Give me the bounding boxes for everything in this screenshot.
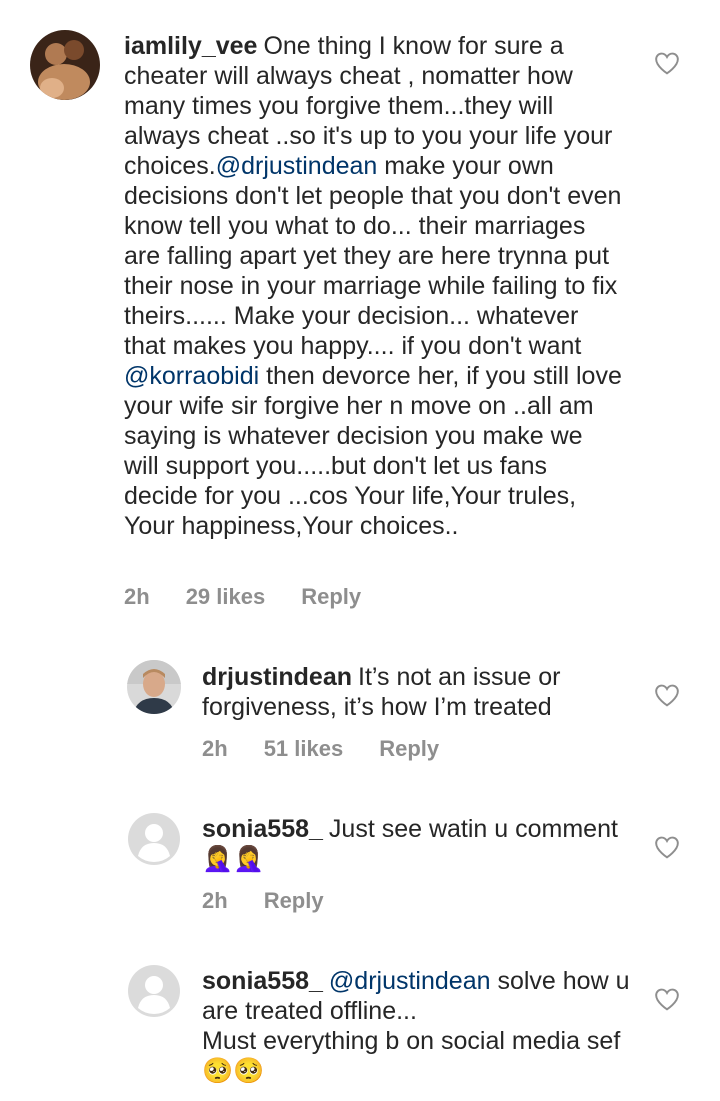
- comment-text: drjustindean It’s not an issue or forgive…: [202, 662, 632, 722]
- reply-button[interactable]: Reply: [264, 888, 324, 913]
- timestamp: 2h: [202, 736, 228, 761]
- mention-link[interactable]: @drjustindean: [216, 152, 378, 180]
- comment-text: sonia558_ @drjustindean solve how u are t…: [202, 966, 632, 1086]
- comment-text: iamlily_vee One thing I know for sure a c…: [124, 31, 624, 541]
- heart-outline-icon[interactable]: [654, 51, 680, 75]
- heart-outline-icon[interactable]: [654, 835, 680, 859]
- heart-outline-icon[interactable]: [654, 987, 680, 1011]
- mention-link[interactable]: @korraobidi: [124, 362, 259, 390]
- comment-text: sonia558_ Just see watin u comment🤦‍♀️🤦‍♀…: [202, 814, 632, 874]
- likes-count[interactable]: 51 likes: [264, 736, 344, 761]
- reply-button[interactable]: Reply: [301, 584, 361, 609]
- username[interactable]: iamlily_vee: [124, 32, 257, 60]
- reply-button[interactable]: Reply: [379, 736, 439, 761]
- comment-body: Must everything b on social media sef🥺🥺: [202, 1027, 621, 1085]
- avatar[interactable]: [127, 812, 181, 866]
- timestamp: 2h: [202, 888, 228, 913]
- heart-outline-icon[interactable]: [654, 683, 680, 707]
- timestamp: 2h: [124, 584, 150, 609]
- avatar[interactable]: [127, 964, 181, 1018]
- avatar[interactable]: [30, 30, 100, 100]
- mention-link[interactable]: @drjustindean: [329, 967, 491, 995]
- comment-body: make your own decisions don't let people…: [124, 152, 622, 360]
- comment-meta: 2h Reply: [202, 888, 360, 914]
- username[interactable]: sonia558_: [202, 815, 323, 843]
- avatar[interactable]: [127, 660, 181, 714]
- username[interactable]: sonia558_: [202, 967, 323, 995]
- username[interactable]: drjustindean: [202, 663, 352, 691]
- likes-count[interactable]: 29 likes: [186, 584, 266, 609]
- comment-meta: 2h 29 likes Reply: [124, 584, 397, 610]
- comment-meta: 2h 51 likes Reply: [202, 736, 475, 762]
